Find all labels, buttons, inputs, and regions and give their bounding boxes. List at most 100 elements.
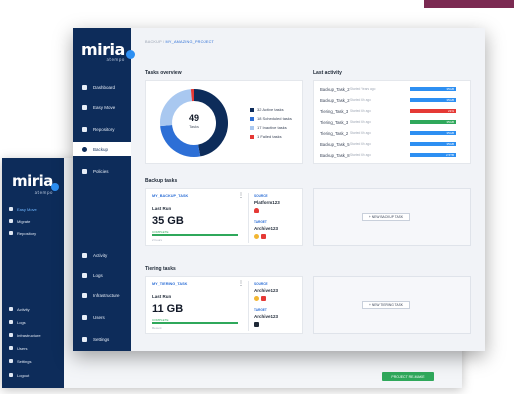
target-value: Archive123 — [254, 314, 279, 319]
legend-active: 32 Active tasks — [250, 107, 284, 112]
activity-row[interactable]: Backup_Task_8 Started 6h ago 2.5TB — [320, 150, 466, 160]
tape-icon — [261, 234, 266, 239]
legend-swatch — [250, 134, 254, 139]
background-nav-settings[interactable]: Settings — [2, 356, 64, 366]
task-progress-bar — [152, 322, 238, 324]
sidebar-item-label: Users — [93, 314, 105, 320]
backup-task-card[interactable]: MY_BACKUP_TASK ⋮ Last Run 35 GB COMPLETE… — [145, 188, 303, 246]
sidebar-item-label: Activity — [93, 252, 108, 258]
sidebar-item-logs[interactable]: Logs — [73, 268, 131, 282]
source-value: Archive123 — [254, 288, 279, 293]
new-tiering-task-button[interactable]: + NEW TIERING TASK — [362, 301, 410, 309]
logo[interactable]: miria atempo — [81, 40, 125, 62]
sidebar-item-dashboard[interactable]: Dashboard — [73, 80, 131, 94]
tiering-task-card[interactable]: MY_TIERING_TASK ⋮ Last Run 11 GB COMPLET… — [145, 276, 303, 334]
background-nav-infrastructure[interactable]: Infrastructure — [2, 330, 64, 340]
more-vertical-icon[interactable]: ⋮ — [238, 192, 244, 199]
sidebar-item-policies[interactable]: Policies — [73, 164, 131, 178]
breadcrumb-prefix[interactable]: BACKUP / — [145, 40, 164, 44]
activity-time: Started Years ago — [350, 87, 376, 91]
background-nav-users[interactable]: Users — [2, 343, 64, 353]
sidebar-item-label: Dashboard — [93, 84, 116, 90]
sidebar-item-easy-move[interactable]: Easy Move — [73, 100, 131, 114]
background-nav-label: Repository — [17, 230, 37, 236]
activity-row[interactable]: Backup_Task_2 Started Years ago 35GB — [320, 84, 466, 94]
activity-time: Started 6h ago — [350, 120, 371, 124]
legend-inactive: 17 Inactive tasks — [250, 125, 287, 130]
task-name[interactable]: MY_BACKUP_TASK — [152, 194, 188, 198]
sidebar-item-infrastructure[interactable]: Infrastructure — [73, 288, 131, 302]
users-icon — [9, 346, 13, 350]
activity-row[interactable]: Tiering_Task_2 Started 6h ago 35GB — [320, 128, 466, 138]
new-backup-task-button[interactable]: + NEW BACKUP TASK — [362, 213, 410, 221]
main-window: miria atempo Dashboard Easy Move Reposit… — [73, 28, 485, 351]
sidebar: miria atempo Dashboard Easy Move Reposit… — [73, 28, 131, 351]
background-action-button-label: PROJECT RE-MAKE — [391, 374, 425, 379]
last-run-label: Last Run — [152, 206, 172, 211]
background-nav-activity[interactable]: Activity — [2, 304, 64, 314]
breadcrumb: BACKUP / MY_AMAZING_PROJECT — [145, 40, 214, 44]
activity-name: Tiering_Task_3 — [320, 108, 349, 114]
sidebar-item-activity[interactable]: Activity — [73, 248, 131, 262]
activity-row[interactable]: Backup_Task_2 Started 6h ago 35GB — [320, 95, 466, 105]
activity-row[interactable]: Backup_Task_5 Started 6h ago 35GB — [320, 139, 466, 149]
activity-name: Backup_Task_2 — [320, 86, 350, 92]
donut-segment — [160, 124, 201, 157]
storage-red-icon — [254, 208, 259, 213]
activity-status-bar: 2.5TB — [410, 153, 456, 157]
users-icon — [82, 314, 87, 320]
activity-name: Backup_Task_5 — [320, 141, 350, 147]
background-nav-label: Migrate — [17, 218, 31, 224]
logo-dot — [126, 50, 135, 59]
task-name[interactable]: MY_TIERING_TASK — [152, 282, 187, 286]
new-tiering-task-slot: + NEW TIERING TASK — [313, 276, 471, 334]
activity-name: Tiering_Task_3 — [320, 119, 349, 125]
activity-row[interactable]: Tiering_Task_3 Started 6h ago 21% — [320, 106, 466, 116]
task-size: 35 GB — [152, 215, 184, 227]
tasks-total-label: Tasks — [189, 125, 199, 129]
new-tiering-task-label: NEW TIERING TASK — [371, 303, 403, 307]
task-progress-fill — [152, 234, 238, 236]
background-nav-easy-move[interactable]: Easy Move — [2, 204, 64, 214]
background-nav-logout[interactable]: Logout — [2, 370, 64, 380]
sidebar-item-backup[interactable]: Backup — [73, 142, 131, 156]
activity-status-bar: 35GB — [410, 142, 456, 146]
background-logo-text: miria — [12, 172, 53, 190]
activity-time: Started 6h ago — [350, 131, 371, 135]
more-vertical-icon[interactable]: ⋮ — [238, 280, 244, 287]
legend-failed: 1 Failed tasks — [250, 134, 282, 139]
background-nav-migrate[interactable]: Migrate — [2, 216, 64, 226]
activity-value: 35GB — [446, 130, 454, 135]
tasks-donut-chart — [160, 89, 228, 157]
background-action-button[interactable]: PROJECT RE-MAKE — [382, 372, 434, 381]
source-icons — [254, 208, 261, 213]
gear-icon — [82, 336, 87, 342]
sidebar-item-label: Backup — [93, 146, 109, 152]
activity-name: Backup_Task_2 — [320, 97, 350, 103]
sidebar-item-settings[interactable]: Settings — [73, 332, 131, 346]
arrow-right-icon — [82, 104, 87, 110]
target-value: Archive123 — [254, 226, 279, 231]
bell-icon — [9, 307, 13, 311]
activity-time: Started 6h ago — [350, 98, 371, 102]
activity-value: 35GB — [446, 119, 454, 124]
activity-value: 35GB — [446, 141, 454, 146]
sidebar-item-label: Infrastructure — [93, 292, 120, 298]
tasks-total-value: 49 — [188, 113, 199, 123]
box-icon — [9, 231, 13, 235]
screenshot-stage: miria atempo Easy Move Migrate Repositor… — [0, 0, 514, 394]
sidebar-item-users[interactable]: Users — [73, 310, 131, 324]
activity-row[interactable]: Tiering_Task_3 Started 6h ago 35GB — [320, 117, 466, 127]
activity-status-bar: 35GB — [410, 131, 456, 135]
background-logo: miria atempo — [12, 172, 53, 195]
cloud-icon — [254, 296, 259, 301]
migrate-icon — [9, 219, 13, 223]
background-nav-logs[interactable]: Logs — [2, 317, 64, 327]
arrow-right-icon — [9, 207, 13, 211]
cloud-icon — [254, 234, 259, 239]
legend-label: 32 Active tasks — [257, 107, 284, 112]
background-nav-label: Logout — [17, 372, 30, 378]
tasks-overview-card: 49 Tasks 32 Active tasks 18 Scheduled ta… — [145, 80, 303, 164]
sidebar-item-repository[interactable]: Repository — [73, 122, 131, 136]
background-nav-repository[interactable]: Repository — [2, 228, 64, 238]
